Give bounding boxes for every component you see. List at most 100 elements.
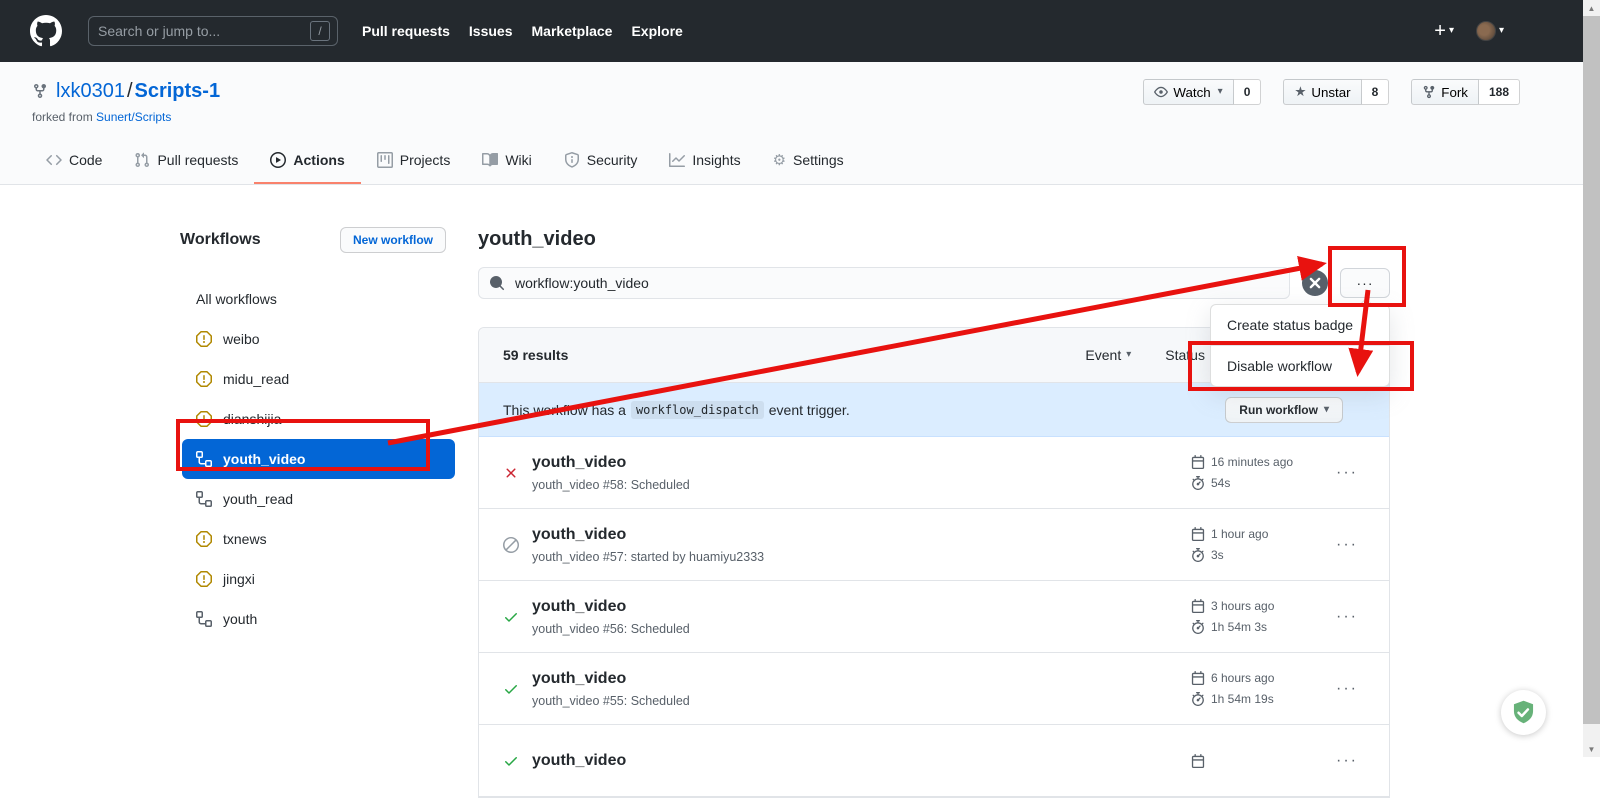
fork-button[interactable]: Fork [1411,79,1479,105]
runs-filter-input[interactable] [513,274,1279,292]
shield-icon [564,152,580,168]
shield-check-icon [1510,699,1537,726]
watch-button-group: Watch ▾ 0 [1143,79,1261,105]
tab-settings[interactable]: ⚙ Settings [757,140,860,184]
run-subtitle: youth_video #57: started by huamiyu2333 [532,550,764,564]
repo-owner-link[interactable]: lxk0301 [56,80,125,102]
fork-count[interactable]: 188 [1479,79,1520,105]
global-search-input[interactable] [96,22,310,40]
sidebar-item-txnews[interactable]: txnews [182,519,455,559]
cancelled-slash-icon [503,537,519,553]
tab-insights[interactable]: Insights [653,140,756,184]
run-subtitle: youth_video #56: Scheduled [532,622,690,636]
run-title-link[interactable]: youth_video [532,670,690,688]
run-duration: 1h 54m 3s [1211,620,1267,634]
run-row-57: youth_video youth_video #57: started by … [479,509,1389,581]
global-header: / Pull requests Issues Marketplace Explo… [0,0,1600,62]
chevron-down-icon: ▾ [1499,26,1504,36]
calendar-icon [1191,671,1205,685]
tab-pull-requests[interactable]: Pull requests [118,140,254,184]
menu-item-create-status-badge[interactable]: Create status badge [1211,309,1389,341]
stopwatch-icon [1191,548,1205,562]
run-time: 3 hours ago [1211,599,1274,613]
run-title-link[interactable]: youth_video [532,752,626,770]
run-duration: 3s [1211,548,1224,562]
chevron-down-icon: ▾ [1449,26,1454,36]
run-options-button[interactable]: ··· [1329,679,1365,699]
tab-security[interactable]: Security [548,140,654,184]
workflow-icon [196,611,212,627]
run-row-55: youth_video youth_video #55: Scheduled 6… [479,653,1389,725]
alert-icon [196,331,212,347]
calendar-icon [1191,455,1205,469]
run-title-link[interactable]: youth_video [532,526,764,544]
alert-icon [196,411,212,427]
code-icon [46,152,62,168]
tab-wiki[interactable]: Wiki [466,140,547,184]
adguard-shield-badge[interactable] [1501,690,1546,735]
tab-code[interactable]: Code [30,140,118,184]
stopwatch-icon [1191,476,1205,490]
vertical-scrollbar[interactable]: ▲ ▼ [1583,0,1600,757]
alert-icon [196,531,212,547]
run-title-link[interactable]: youth_video [532,598,690,616]
project-icon [377,152,393,168]
watch-count[interactable]: 0 [1234,79,1262,105]
run-title-link[interactable]: youth_video [532,454,690,472]
repo-separator: / [127,80,133,102]
watch-button[interactable]: Watch ▾ [1143,79,1233,105]
run-row-partial: youth_video ··· [479,725,1389,797]
slash-shortcut-key: / [310,21,330,41]
status-filter-dropdown[interactable]: Status ▾ [1165,347,1215,363]
repo-tabs: Code Pull requests Actions Projects Wiki… [0,140,1600,184]
success-check-icon [503,753,519,769]
run-time: 1 hour ago [1211,527,1268,541]
menu-item-disable-workflow[interactable]: Disable workflow [1211,350,1389,382]
workflow-options-button[interactable]: ··· [1340,268,1390,298]
success-check-icon [503,609,519,625]
tab-projects[interactable]: Projects [361,140,467,184]
user-menu-button[interactable]: ▾ [1476,21,1504,41]
nav-explore[interactable]: Explore [631,23,682,39]
results-count: 59 results [503,347,568,363]
sidebar-item-dianshijia[interactable]: dianshijia [182,399,455,439]
sidebar-item-youth[interactable]: youth [182,599,455,639]
sidebar-item-youth-read[interactable]: youth_read [182,479,455,519]
menu-divider [1211,345,1389,346]
graph-icon [669,152,685,168]
fork-icon [1422,85,1436,99]
run-time: 6 hours ago [1211,671,1274,685]
run-options-button[interactable]: ··· [1329,463,1365,483]
github-logo-icon[interactable] [30,15,62,47]
run-subtitle: youth_video #58: Scheduled [532,478,690,492]
search-icon [489,275,505,291]
run-duration: 1h 54m 19s [1211,692,1274,706]
sidebar-item-midu-read[interactable]: midu_read [182,359,455,399]
event-filter-dropdown[interactable]: Event ▾ [1085,347,1131,363]
star-count[interactable]: 8 [1362,79,1390,105]
run-workflow-button[interactable]: Run workflow ▾ [1225,397,1343,423]
run-options-button[interactable]: ··· [1329,535,1365,555]
sidebar-item-youth-video[interactable]: youth_video [182,439,455,479]
sidebar-item-all-workflows[interactable]: All workflows [182,279,455,319]
workflows-sidebar: Workflows New workflow All workflows wei… [176,227,478,639]
nav-pull-requests[interactable]: Pull requests [362,23,450,39]
scroll-up-arrow[interactable]: ▲ [1583,0,1600,16]
create-new-button[interactable]: + ▾ [1434,20,1454,43]
new-workflow-button[interactable]: New workflow [340,227,446,253]
run-options-button[interactable]: ··· [1329,751,1365,771]
sidebar-item-weibo[interactable]: weibo [182,319,455,359]
repo-name-link[interactable]: Scripts-1 [135,80,221,102]
run-options-button[interactable]: ··· [1329,607,1365,627]
clear-filter-button[interactable] [1302,270,1328,296]
scroll-down-arrow[interactable]: ▼ [1583,741,1600,757]
star-button-group: ★ Unstar 8 [1283,79,1389,105]
sidebar-item-jingxi[interactable]: jingxi [182,559,455,599]
forked-from-link[interactable]: Sunert/Scripts [96,110,171,124]
tab-actions[interactable]: Actions [254,140,360,184]
unstar-button[interactable]: ★ Unstar [1283,79,1361,105]
nav-marketplace[interactable]: Marketplace [532,23,613,39]
stopwatch-icon [1191,692,1205,706]
nav-issues[interactable]: Issues [469,23,513,39]
scrollbar-thumb[interactable] [1583,16,1600,724]
